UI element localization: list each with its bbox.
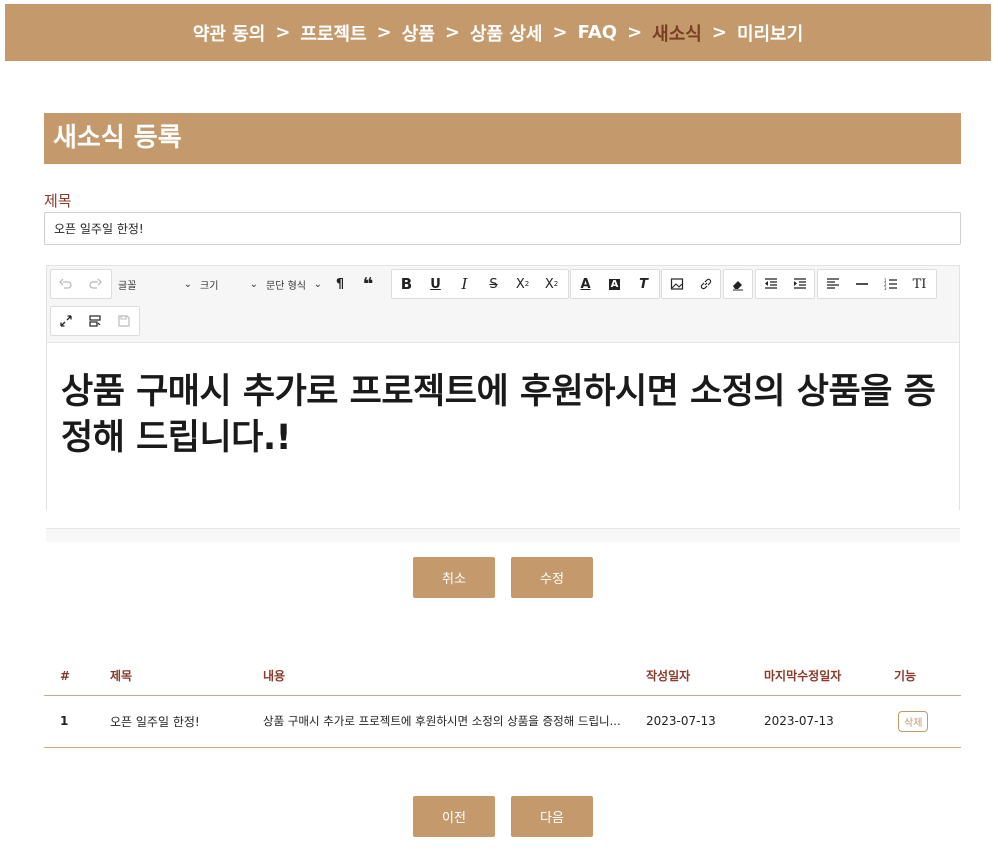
list-icon[interactable]: 123	[876, 270, 905, 298]
show-blocks-icon[interactable]	[80, 307, 109, 335]
prev-button[interactable]: 이전	[413, 796, 495, 837]
format-select[interactable]: 문단 형식 ⌄	[262, 270, 326, 298]
font-select-label: 글꼴	[118, 280, 137, 292]
title-label: 제목	[44, 192, 72, 210]
eraser-icon[interactable]	[724, 270, 752, 298]
next-button[interactable]: 다음	[511, 796, 593, 837]
delete-button[interactable]: 삭제	[898, 710, 929, 732]
undo-icon[interactable]	[51, 270, 80, 298]
breadcrumb-separator: >	[275, 22, 291, 43]
breadcrumb-preview[interactable]: 미리보기	[737, 20, 803, 46]
remove-format-icon[interactable]: T	[629, 270, 658, 298]
chevron-down-icon: ⌄	[313, 278, 322, 290]
horizontal-rule-icon[interactable]	[847, 270, 876, 298]
column-header-actions: 기능	[894, 657, 961, 696]
size-select-label: 크기	[200, 280, 219, 292]
column-header-created: 작성일자	[646, 657, 764, 696]
row-content: 상품 구매시 추가로 프로젝트에 후원하시면 소정의 상품을 증정해 드립니..…	[263, 695, 646, 748]
italic-icon[interactable]: I	[450, 270, 479, 298]
breadcrumb-product-detail[interactable]: 상품 상세	[470, 20, 543, 46]
breadcrumb-project[interactable]: 프로젝트	[300, 20, 366, 46]
row-title: 오픈 일주일 한정!	[110, 695, 263, 748]
fullscreen-icon[interactable]	[51, 307, 80, 335]
breadcrumb-terms[interactable]: 약관 동의	[193, 20, 266, 46]
align-icon[interactable]	[818, 270, 847, 298]
breadcrumb-separator: >	[444, 22, 460, 43]
media-group	[661, 269, 721, 299]
editor-toolbar: 글꼴 ⌄ 크기 ⌄ 문단 형식 ⌄ ¶ ❝ B U I S X2 X2 A A	[47, 266, 959, 343]
line-height-icon[interactable]: TI	[905, 270, 934, 298]
cancel-button[interactable]: 취소	[413, 557, 495, 598]
column-header-number: #	[44, 657, 110, 696]
breadcrumb-news[interactable]: 새소식	[652, 20, 702, 46]
rich-text-editor: 글꼴 ⌄ 크기 ⌄ 문단 형식 ⌄ ¶ ❝ B U I S X2 X2 A A	[46, 265, 960, 510]
indent-icon[interactable]	[785, 270, 814, 298]
breadcrumb-faq[interactable]: FAQ	[578, 22, 617, 43]
breadcrumb-separator: >	[711, 22, 727, 43]
breadcrumb-separator: >	[552, 22, 568, 43]
page-title: 새소식 등록	[44, 113, 961, 164]
bold-icon[interactable]: B	[392, 270, 421, 298]
column-header-modified: 마지막수정일자	[764, 657, 894, 696]
indent-group	[755, 269, 815, 299]
paragraph-format-group: 123 TI	[817, 269, 937, 299]
svg-text:3: 3	[884, 286, 887, 291]
breadcrumb-product[interactable]: 상품	[402, 20, 435, 46]
editor-resize-bar[interactable]	[46, 528, 960, 542]
format-select-label: 문단 형식	[266, 280, 306, 292]
color-group: A A T	[570, 269, 660, 299]
edit-button[interactable]: 수정	[511, 557, 593, 598]
row-created-date: 2023-07-13	[646, 695, 764, 748]
eraser-group	[723, 269, 753, 299]
save-icon[interactable]	[109, 307, 138, 335]
row-number: 1	[44, 695, 110, 748]
text-style-group: B U I S X2 X2	[391, 269, 569, 299]
row-modified-date: 2023-07-13	[764, 695, 894, 748]
size-select[interactable]: 크기 ⌄	[196, 270, 262, 298]
font-color-icon[interactable]: A	[571, 270, 600, 298]
paragraph-icon[interactable]: ¶	[326, 270, 354, 298]
subscript-icon[interactable]: X2	[508, 270, 537, 298]
outdent-icon[interactable]	[756, 270, 785, 298]
title-input[interactable]	[44, 212, 961, 245]
table-row[interactable]: 1 오픈 일주일 한정! 상품 구매시 추가로 프로젝트에 후원하시면 소정의 …	[44, 695, 961, 748]
highlight-color-icon[interactable]: A	[600, 270, 629, 298]
view-group	[50, 306, 140, 336]
breadcrumb-separator: >	[627, 22, 643, 43]
chevron-down-icon: ⌄	[183, 278, 192, 290]
redo-icon[interactable]	[80, 270, 109, 298]
editor-content[interactable]: 상품 구매시 추가로 프로젝트에 후원하시면 소정의 상품을 증정해 드립니다.…	[47, 343, 959, 461]
table-header-row: # 제목 내용 작성일자 마지막수정일자 기능	[44, 657, 961, 696]
superscript-icon[interactable]: X2	[537, 270, 566, 298]
link-icon[interactable]	[691, 270, 720, 298]
font-select[interactable]: 글꼴 ⌄	[114, 270, 196, 298]
blockquote-icon[interactable]: ❝	[354, 270, 382, 298]
select-group: 글꼴 ⌄ 크기 ⌄ 문단 형식 ⌄ ¶ ❝	[113, 269, 391, 299]
underline-icon[interactable]: U	[421, 270, 450, 298]
column-header-content: 내용	[263, 657, 646, 696]
chevron-down-icon: ⌄	[249, 278, 258, 290]
history-group	[50, 269, 112, 299]
news-table: # 제목 내용 작성일자 마지막수정일자 기능 1 오픈 일주일 한정! 상품 …	[44, 657, 961, 748]
column-header-title: 제목	[110, 657, 263, 696]
breadcrumb-separator: >	[376, 22, 392, 43]
breadcrumb: 약관 동의 > 프로젝트 > 상품 > 상품 상세 > FAQ > 새소식 > …	[5, 4, 991, 61]
strikethrough-icon[interactable]: S	[479, 270, 508, 298]
image-icon[interactable]	[662, 270, 691, 298]
row-actions: 삭제	[894, 695, 961, 748]
